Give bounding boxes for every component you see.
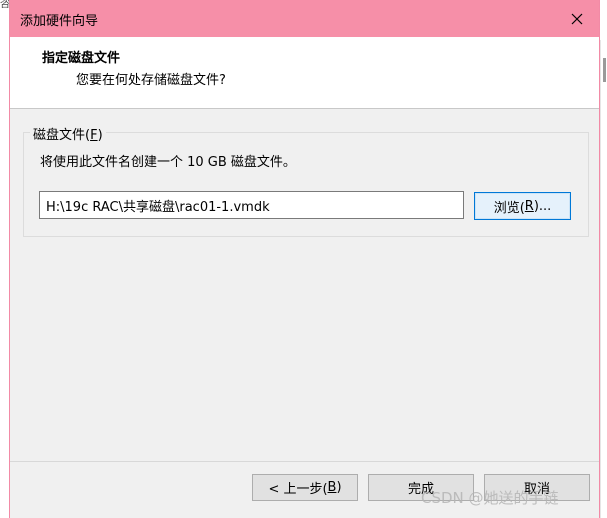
finish-button[interactable]: 完成 xyxy=(368,474,474,501)
disk-file-group-label: 磁盘文件(F) xyxy=(30,124,106,143)
page-subtitle: 您要在何处存储磁盘文件? xyxy=(76,73,226,88)
page-title: 指定磁盘文件 xyxy=(42,51,121,66)
footer-divider xyxy=(10,461,599,462)
close-button[interactable] xyxy=(555,0,599,37)
disk-size-info: 将使用此文件名创建一个 10 GB 磁盘文件。 xyxy=(40,155,296,170)
cancel-button[interactable]: 取消 xyxy=(484,474,590,501)
background-window-edge xyxy=(600,40,607,518)
disk-file-path-input[interactable] xyxy=(39,191,464,219)
browse-button[interactable]: 浏览(R)... xyxy=(474,192,571,220)
dialog-title: 添加硬件向导 xyxy=(20,14,99,29)
background-scroll-marker xyxy=(603,58,606,82)
add-hardware-wizard-dialog: 添加硬件向导 指定磁盘文件 您要在何处存储磁盘文件? 磁盘文件(F) 将使用此文… xyxy=(9,0,600,518)
title-bar[interactable]: 添加硬件向导 xyxy=(10,0,599,37)
screen: 咨 添加硬件向导 指定磁盘文件 您要在何处存储磁盘文件? 磁盘文件(F) 将使用… xyxy=(0,0,607,518)
close-icon xyxy=(571,13,583,24)
disk-file-group xyxy=(23,132,589,237)
previous-button[interactable]: < 上一步(B) xyxy=(252,474,358,501)
wizard-header: 指定磁盘文件 您要在何处存储磁盘文件? xyxy=(10,37,599,109)
